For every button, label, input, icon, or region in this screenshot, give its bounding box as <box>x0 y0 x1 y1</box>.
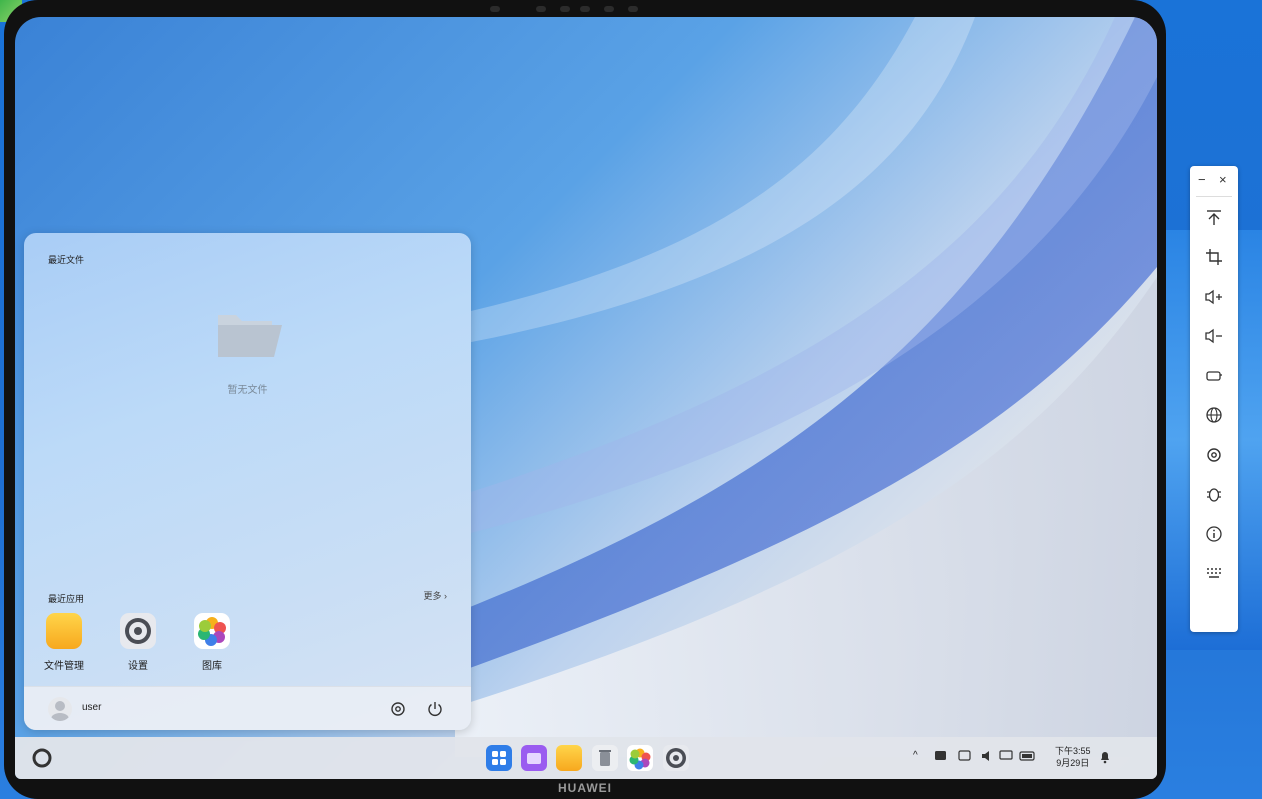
emulator-toolbar: − × <box>1190 166 1238 632</box>
app-label: 设置 <box>128 661 148 672</box>
app-label: 图库 <box>202 661 222 672</box>
globe-icon[interactable] <box>1204 405 1224 425</box>
camera-dot <box>536 6 546 12</box>
start-menu: 最近文件 暂无文件 最近应用 更多 › 文件管理 设置 图库 user <box>24 233 471 730</box>
home-button[interactable] <box>31 747 53 769</box>
power-icon[interactable] <box>425 699 445 719</box>
upload-icon[interactable] <box>1204 208 1224 228</box>
recent-files-title: 最近文件 <box>48 255 85 265</box>
info-icon[interactable] <box>1204 524 1224 544</box>
camera-dot <box>560 6 570 12</box>
battery-icon[interactable] <box>1019 750 1037 762</box>
avatar[interactable] <box>48 697 72 721</box>
start-footer: user <box>24 686 471 730</box>
display-icon[interactable] <box>999 750 1015 762</box>
chevron-up-icon[interactable]: ^ <box>913 750 918 761</box>
launcher-icon[interactable] <box>486 745 512 771</box>
divider <box>1196 196 1232 197</box>
multitask-icon[interactable] <box>521 745 547 771</box>
gallery-icon <box>194 613 230 649</box>
recent-apps-title: 最近应用 <box>48 594 85 604</box>
gear-icon[interactable] <box>388 699 408 719</box>
device-brand: HUAWEI <box>558 781 612 795</box>
taskbar: ^ 下午3:55 9月29日 <box>15 737 1157 779</box>
more-link[interactable]: 更多 › <box>424 589 448 602</box>
crop-icon[interactable] <box>1204 247 1224 267</box>
volume-down-icon[interactable] <box>1204 326 1224 346</box>
bug-icon[interactable] <box>1204 484 1224 504</box>
power-button-icon[interactable] <box>1204 366 1224 386</box>
camera-dot <box>628 6 638 12</box>
app-settings[interactable]: 设置 <box>103 613 173 672</box>
camera-dot <box>490 6 500 12</box>
close-button[interactable]: × <box>1219 172 1227 187</box>
clock[interactable]: 下午3:55 9月29日 <box>1055 745 1091 769</box>
no-files-text: 暂无文件 <box>227 385 268 396</box>
volume-up-icon[interactable] <box>1204 287 1224 307</box>
minimize-button[interactable]: − <box>1198 172 1206 187</box>
network-icon[interactable] <box>958 750 972 762</box>
files-icon[interactable] <box>556 745 582 771</box>
camera-dot <box>580 6 590 12</box>
username: user <box>82 702 102 713</box>
ime-icon[interactable] <box>934 750 948 762</box>
app-file-manager[interactable]: 文件管理 <box>29 613 99 672</box>
camera-dot <box>604 6 614 12</box>
empty-folder-icon <box>218 315 282 357</box>
app-label: 文件管理 <box>44 661 84 672</box>
tablet-frame: 最近文件 暂无文件 最近应用 更多 › 文件管理 设置 图库 user ^ 下午… <box>4 0 1166 799</box>
gear-icon[interactable] <box>1204 445 1224 465</box>
keyboard-icon[interactable] <box>1204 563 1224 583</box>
bell-icon[interactable] <box>1099 750 1111 764</box>
clock-time: 下午3:55 <box>1055 746 1091 756</box>
trash-icon[interactable] <box>592 745 618 771</box>
folder-icon <box>46 613 82 649</box>
settings-icon <box>120 613 156 649</box>
app-gallery[interactable]: 图库 <box>177 613 247 672</box>
volume-icon[interactable] <box>981 750 995 762</box>
gallery-icon[interactable] <box>627 745 653 771</box>
clock-date: 9月29日 <box>1056 758 1090 768</box>
settings-icon[interactable] <box>663 745 689 771</box>
screen: 最近文件 暂无文件 最近应用 更多 › 文件管理 设置 图库 user ^ 下午… <box>15 17 1157 779</box>
